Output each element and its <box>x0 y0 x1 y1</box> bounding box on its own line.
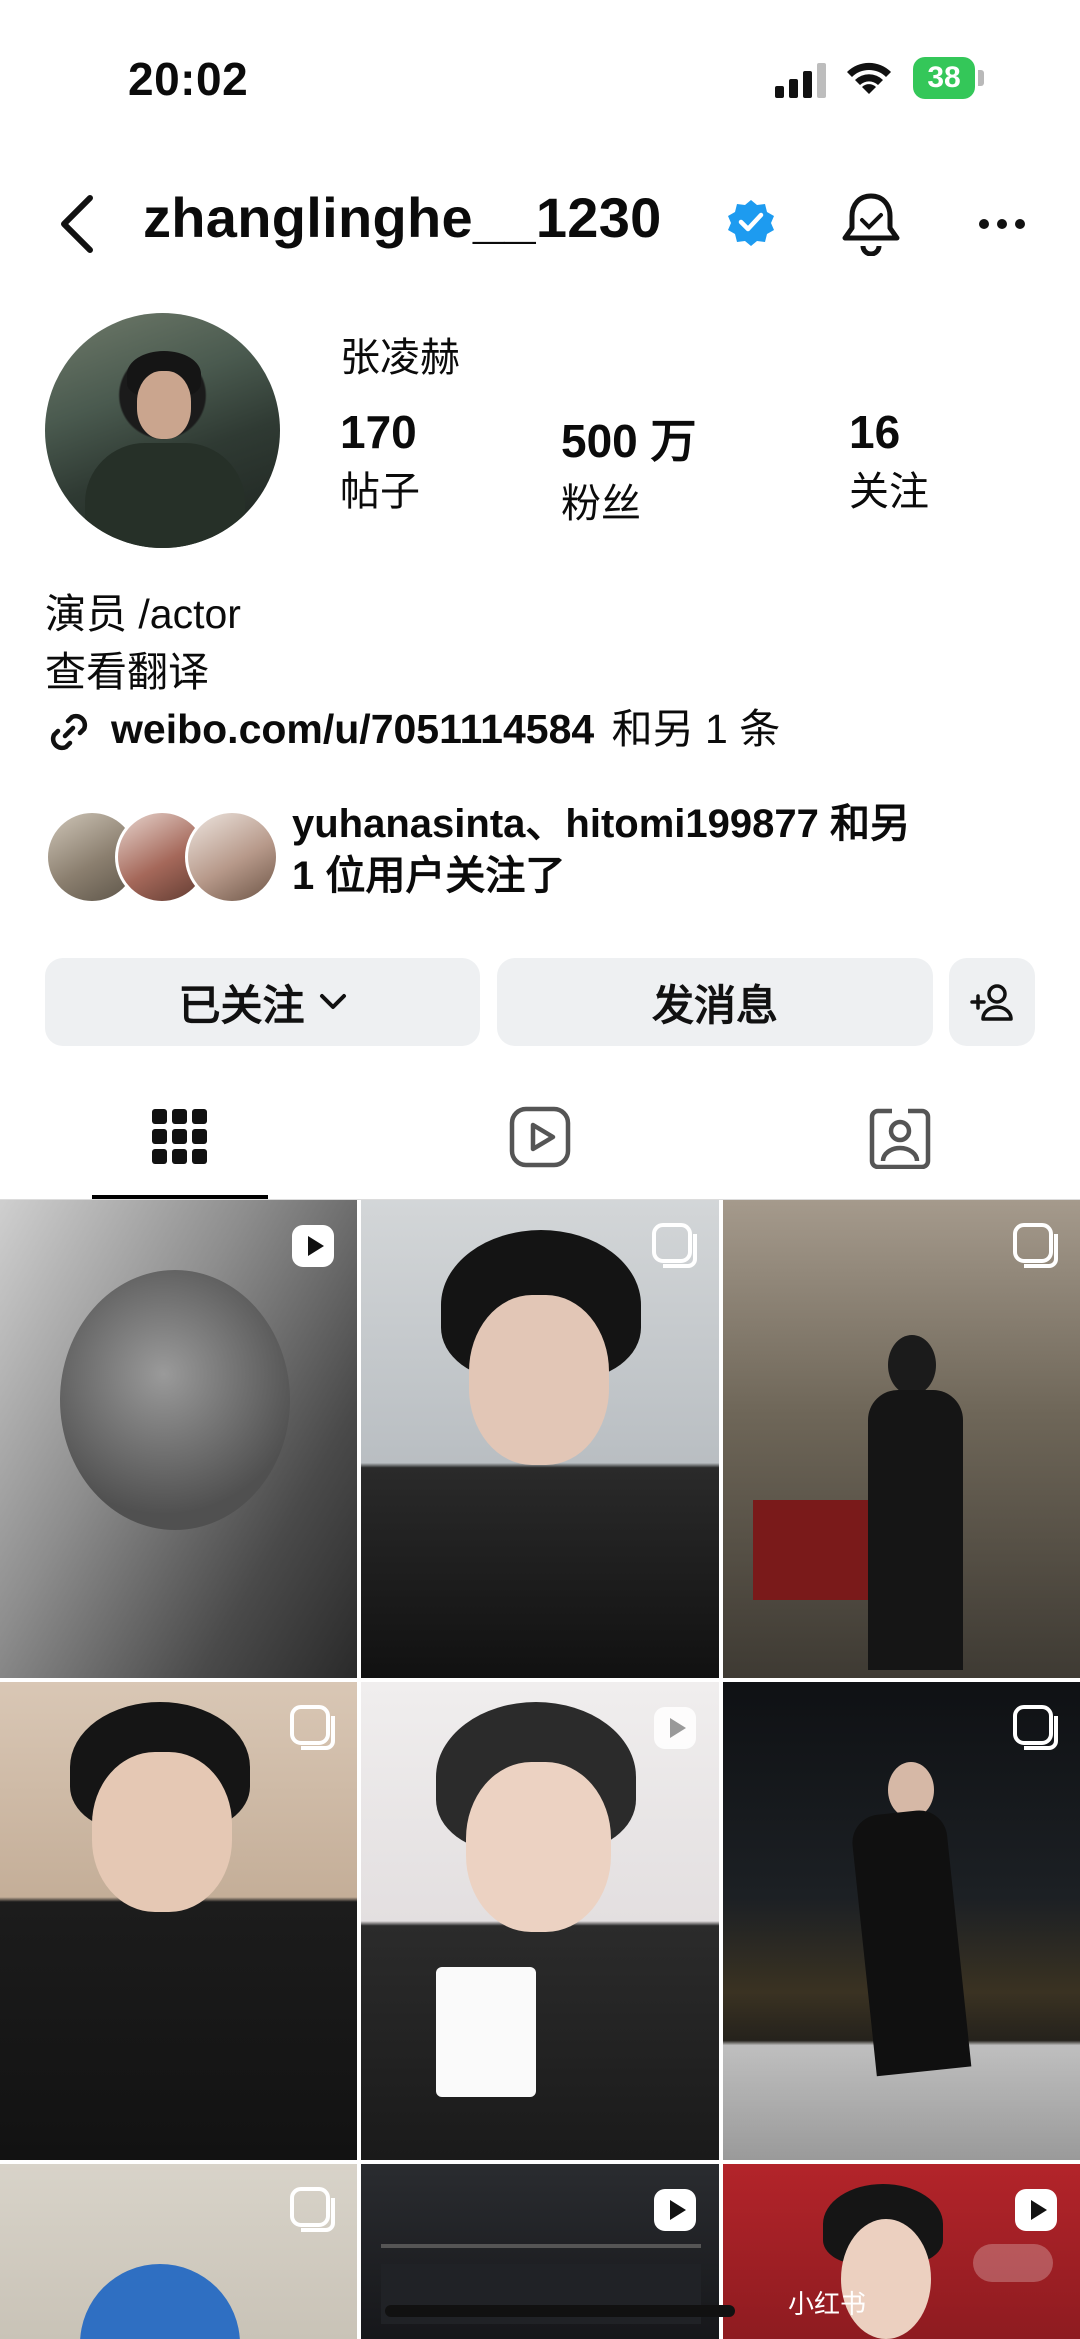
bio-text: 演员 /actor <box>45 591 241 637</box>
post-tile-1[interactable] <box>0 1200 357 1678</box>
post-tile-2[interactable] <box>361 1200 719 1678</box>
reel-badge-icon <box>292 1225 334 1267</box>
see-translation-link[interactable]: 查看翻译 <box>45 638 209 698</box>
add-person-icon <box>970 984 1013 1021</box>
bell-icon[interactable] <box>840 190 902 256</box>
stat-posts[interactable]: 170 帖子 <box>340 405 420 517</box>
signal-icon <box>775 63 826 98</box>
reel-badge-icon <box>654 2189 696 2231</box>
message-button[interactable]: 发消息 <box>497 958 933 1046</box>
carousel-badge-icon <box>1013 1705 1058 1750</box>
post-tile-5[interactable] <box>361 1682 719 2160</box>
carousel-badge-icon <box>652 1223 697 1268</box>
posts-count: 170 <box>340 406 417 458</box>
back-arrow-icon[interactable] <box>58 192 98 256</box>
grid-icon[interactable] <box>148 1105 212 1169</box>
followers-count: 500 万 <box>561 415 697 467</box>
profile-link[interactable]: weibo.com/u/7051114584 和另 1 条 <box>45 695 780 756</box>
status-time: 20:02 <box>128 53 249 105</box>
mutual-avatar-3 <box>185 810 279 904</box>
link-url: weibo.com/u/7051114584 <box>111 706 595 752</box>
post-tile-7[interactable] <box>0 2164 357 2339</box>
stat-followers[interactable]: 500 万 粉丝 <box>561 405 697 529</box>
reel-badge-icon <box>1015 2189 1057 2231</box>
display-name: 张凌赫 <box>340 336 460 380</box>
profile-username: zhanglinghe__1230 <box>143 186 662 249</box>
suggest-people-button[interactable] <box>949 958 1035 1046</box>
post-tile-9[interactable]: 小红书 <box>723 2164 1080 2339</box>
carousel-badge-icon <box>290 1705 335 1750</box>
link-icon <box>50 714 88 751</box>
post-tile-4[interactable] <box>0 1682 357 2160</box>
mutual-followers-text[interactable]: yuhanasinta、hitomi199877 和另 1 位用户关注了 <box>292 798 1032 902</box>
post-tile-6[interactable] <box>723 1682 1080 2160</box>
following-count: 16 <box>849 406 901 458</box>
battery-indicator: 38 <box>913 57 985 99</box>
battery-level: 38 <box>913 57 975 99</box>
stat-following[interactable]: 16 关注 <box>849 405 929 517</box>
mutual-followers-avatars[interactable] <box>45 810 279 904</box>
verified-icon <box>728 200 774 246</box>
mutual-line-2: 1 位用户关注了 <box>292 854 566 898</box>
following-label: 关注 <box>849 470 929 514</box>
link-more: 和另 1 条 <box>611 706 781 752</box>
tagged-icon[interactable] <box>868 1105 932 1169</box>
chevron-down-icon <box>319 994 346 1009</box>
reels-icon[interactable] <box>508 1105 572 1169</box>
home-indicator[interactable] <box>385 2305 735 2317</box>
posts-label: 帖子 <box>340 470 420 514</box>
post-tile-3[interactable] <box>723 1200 1080 1678</box>
carousel-badge-icon <box>1013 1223 1058 1268</box>
wifi-icon <box>847 62 891 94</box>
watermark-text: 小红书 <box>788 2289 867 2319</box>
profile-avatar[interactable] <box>45 313 280 548</box>
more-icon[interactable] <box>978 218 1026 230</box>
carousel-badge-icon <box>290 2187 335 2232</box>
followers-label: 粉丝 <box>561 482 641 526</box>
message-button-label: 发消息 <box>651 981 778 1029</box>
reel-badge-icon <box>654 1707 696 1749</box>
following-button[interactable]: 已关注 <box>45 958 480 1046</box>
following-button-label: 已关注 <box>178 981 305 1029</box>
mutual-line-1: yuhanasinta、hitomi199877 和另 <box>292 802 910 846</box>
